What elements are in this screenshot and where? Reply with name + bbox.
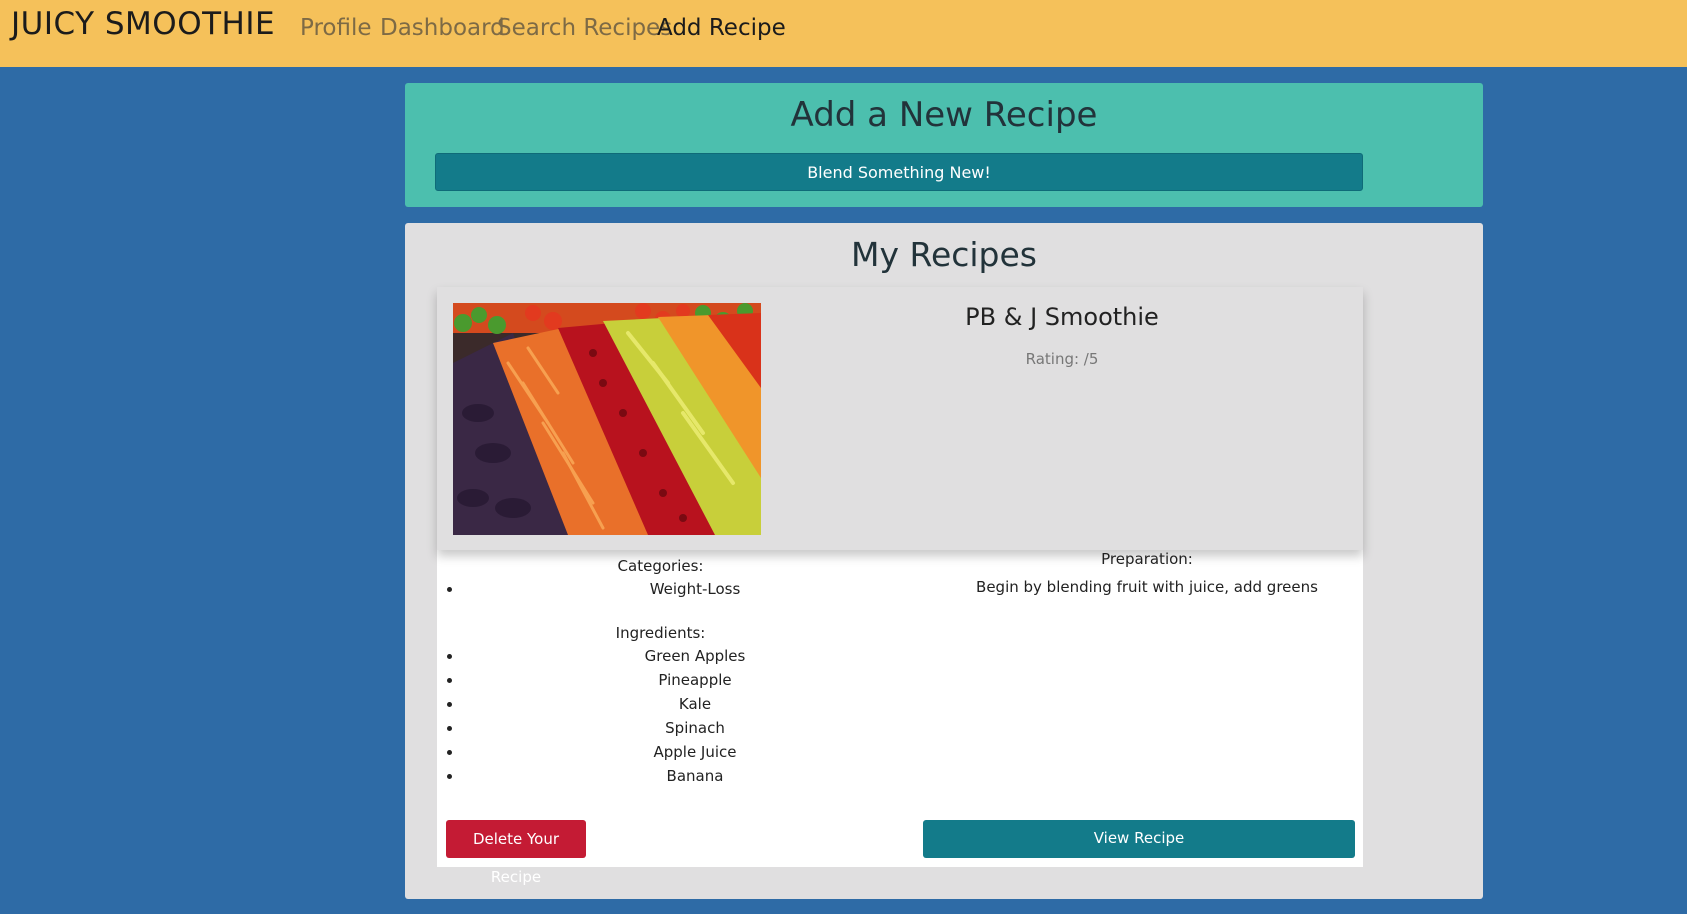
categories-label: Categories:	[617, 557, 704, 575]
add-recipe-panel: Add a New Recipe Blend Something New!	[405, 83, 1483, 207]
add-recipe-title: Add a New Recipe	[790, 95, 1098, 135]
recipe-card-header: PB & J Smoothie Rating: /5	[437, 287, 1363, 550]
preparation-text: Begin by blending fruit with juice, add …	[976, 578, 1318, 596]
preparation-label: Preparation:	[1101, 550, 1193, 568]
recipe-title: PB & J Smoothie	[965, 303, 1159, 331]
delete-recipe-button[interactable]: Delete Your Recipe	[446, 820, 586, 886]
ingredient-item: Kale	[463, 692, 927, 716]
ingredients-label: Ingredients:	[615, 624, 706, 642]
category-item: Weight-Loss	[463, 577, 927, 601]
ingredient-item: Spinach	[463, 716, 927, 740]
view-recipe-button[interactable]: View Recipe	[923, 820, 1355, 858]
nav-link-search-recipes[interactable]: Search Recipes	[497, 15, 672, 41]
my-recipes-panel: My Recipes PB & J Smoothie Rating: /5 Ca…	[405, 223, 1483, 899]
ingredient-item: Pineapple	[463, 668, 927, 692]
navbar: JUICY SMOOTHIE Profile Dashboard Search …	[0, 0, 1687, 67]
nav-link-profile[interactable]: Profile	[300, 15, 372, 41]
my-recipes-title: My Recipes	[851, 235, 1037, 274]
ingredients-list: Green Apples Pineapple Kale Spinach Appl…	[437, 644, 927, 788]
nav-link-add-recipe[interactable]: Add Recipe	[657, 15, 786, 41]
recipe-image	[453, 303, 761, 535]
brand-logo[interactable]: JUICY SMOOTHIE	[11, 6, 275, 42]
recipe-rating: Rating: /5	[1025, 350, 1099, 368]
ingredient-item: Green Apples	[463, 644, 927, 668]
blend-something-new-button[interactable]: Blend Something New!	[435, 153, 1363, 191]
ingredient-item: Apple Juice	[463, 740, 927, 764]
ingredient-item: Banana	[463, 764, 927, 788]
nav-link-dashboard[interactable]: Dashboard	[380, 15, 505, 41]
categories-list: Weight-Loss	[437, 577, 927, 601]
recipe-card: PB & J Smoothie Rating: /5 Categories: W…	[437, 287, 1363, 886]
